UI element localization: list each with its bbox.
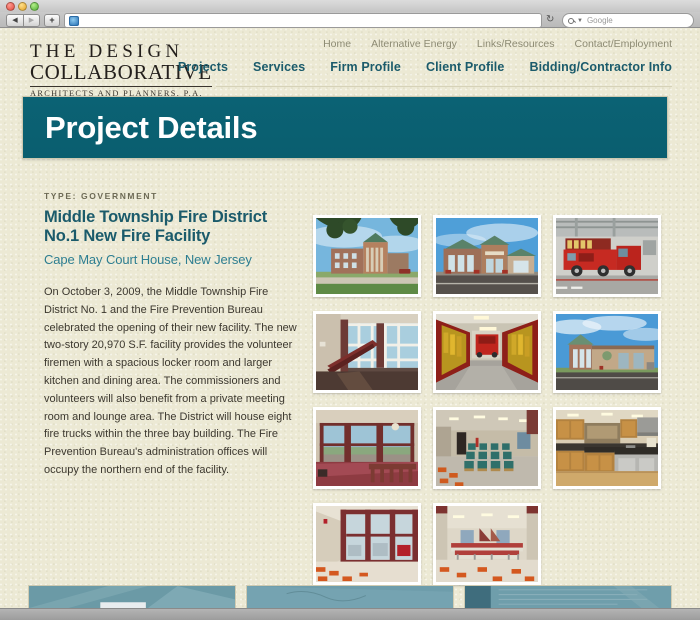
nav-item-services[interactable]: Services [253, 60, 305, 74]
project-info-column: TYPE: GOVERNMENT Middle Township Fire Di… [44, 191, 302, 480]
navigation-buttons: ◀ ▶ [6, 14, 40, 27]
new-tab-button[interactable]: + [44, 14, 60, 27]
gallery-thumbnail-dining-hall-tables[interactable] [433, 503, 541, 585]
project-description: On October 3, 2009, the Middle Township … [44, 285, 297, 477]
project-card-3[interactable] [464, 585, 672, 608]
minimize-window-button[interactable] [18, 2, 27, 11]
gallery-thumbnail-turnout-gear-corridor[interactable] [433, 311, 541, 393]
logo-line-the-design: THE DESIGN [30, 41, 184, 62]
secondary-navigation: Home Alternative Energy Links/Resources … [323, 38, 672, 50]
reload-button[interactable]: ↻ [546, 15, 554, 25]
back-button[interactable]: ◀ [6, 14, 23, 27]
nav-item-links-resources[interactable]: Links/Resources [477, 38, 555, 50]
project-title: Middle Township Fire District No.1 New F… [44, 208, 268, 246]
web-page-content: THE DESIGN COLLABORATIVE ARCHITECTS AND … [0, 28, 700, 608]
gallery-thumbnail-exterior-front-with-tree[interactable] [313, 215, 421, 297]
page-banner: Project Details [22, 96, 668, 159]
nav-item-client-profile[interactable]: Client Profile [426, 60, 505, 74]
window-controls [6, 2, 39, 11]
chevron-down-icon[interactable]: ▼ [577, 18, 583, 24]
gallery-thumbnail-exterior-main-entrance[interactable] [433, 215, 541, 297]
browser-titlebar [0, 0, 700, 12]
project-card-1[interactable] [28, 585, 236, 608]
nav-item-contact-employment[interactable]: Contact/Employment [575, 38, 672, 50]
close-window-button[interactable] [6, 2, 15, 11]
nav-divider [216, 86, 672, 87]
zoom-window-button[interactable] [30, 2, 39, 11]
nav-item-alternative-energy[interactable]: Alternative Energy [371, 38, 457, 50]
gallery-thumbnail-lobby-stairway[interactable] [313, 311, 421, 393]
primary-navigation: Projects Services Firm Profile Client Pr… [178, 60, 672, 74]
related-projects-strip [0, 585, 700, 608]
screenshot-root: ◀ ▶ + ↻ ▼ Google THE DESIGN COLLABORATIV… [0, 0, 700, 620]
gallery-thumbnail-apparatus-bay-fire-trucks[interactable] [553, 215, 661, 297]
search-input[interactable]: ▼ Google [562, 13, 694, 28]
forward-button[interactable]: ▶ [23, 14, 40, 27]
search-placeholder: Google [586, 16, 613, 25]
gallery-thumbnail-commercial-kitchen[interactable] [553, 407, 661, 489]
project-card-2[interactable] [246, 585, 454, 608]
nav-item-projects[interactable]: Projects [178, 60, 228, 74]
address-bar[interactable] [64, 13, 542, 28]
page-title: Project Details [45, 109, 258, 145]
nav-item-home[interactable]: Home [323, 38, 351, 50]
gallery-thumbnail-meeting-room-seating[interactable] [433, 407, 541, 489]
gallery-thumbnail-interior-window-corridor[interactable] [313, 503, 421, 585]
globe-icon [69, 15, 79, 26]
nav-item-firm-profile[interactable]: Firm Profile [330, 60, 401, 74]
project-location: Cape May Court House, New Jersey [44, 251, 252, 267]
forward-arrow-icon: ▶ [28, 17, 35, 24]
gallery-thumbnail-exterior-side-elevation[interactable] [553, 311, 661, 393]
nav-item-bidding-contractor-info[interactable]: Bidding/Contractor Info [529, 60, 672, 74]
reload-icon: ↻ [546, 14, 555, 25]
gallery-thumbnail-lounge-balcony-windows[interactable] [313, 407, 421, 489]
back-arrow-icon: ◀ [12, 17, 18, 24]
browser-toolbar: ◀ ▶ + ↻ ▼ Google [0, 12, 700, 28]
project-type-label: TYPE: GOVERNMENT [44, 191, 158, 201]
search-icon [568, 17, 574, 24]
project-image-gallery [313, 215, 663, 585]
browser-chrome: ◀ ▶ + ↻ ▼ Google [0, 0, 700, 28]
window-bottom-edge [0, 608, 700, 620]
plus-icon: + [49, 15, 55, 25]
